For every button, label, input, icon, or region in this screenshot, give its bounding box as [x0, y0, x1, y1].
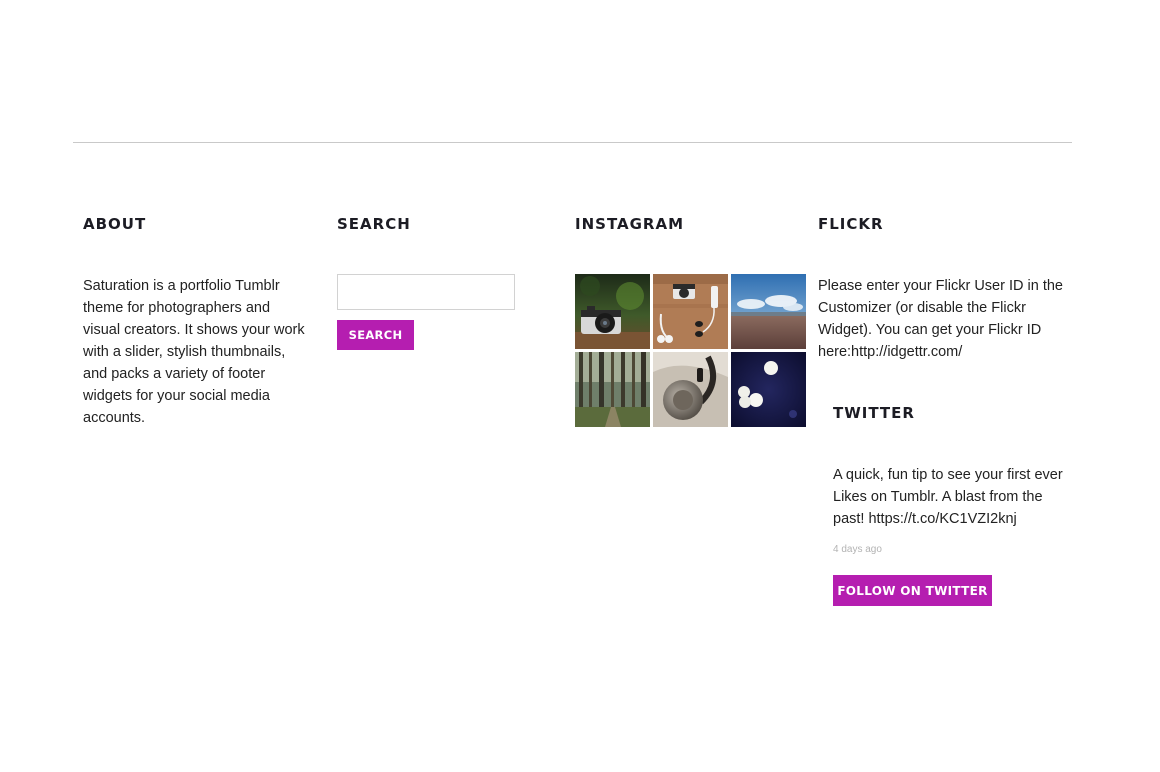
instagram-widget: INSTAGRAM: [575, 215, 807, 427]
tweet-text: A quick, fun tip to see your first ever …: [833, 467, 1063, 527]
camera-on-table-photo[interactable]: [575, 274, 650, 349]
search-widget: SEARCH SEARCH: [337, 215, 537, 350]
flickr-text: Please enter your Flickr User ID in the …: [818, 278, 1063, 360]
blue-bokeh-lights-photo[interactable]: [731, 352, 806, 427]
camera-headphones-desk-photo[interactable]: [653, 274, 728, 349]
search-input[interactable]: [337, 274, 515, 310]
search-button[interactable]: SEARCH: [337, 320, 414, 350]
about-text: Saturation is a portfolio Tumblr theme f…: [83, 278, 305, 426]
twitter-heading: TWITTER: [833, 404, 915, 422]
instagram-grid: [575, 274, 806, 427]
about-widget: ABOUT Saturation is a portfolio Tumblr t…: [83, 215, 308, 429]
forest-trees-photo[interactable]: [575, 352, 650, 427]
flickr-heading: FLICKR: [818, 215, 884, 233]
headphones-closeup-photo[interactable]: [653, 352, 728, 427]
footer-divider: [73, 142, 1072, 143]
about-heading: ABOUT: [83, 215, 147, 233]
search-heading: SEARCH: [337, 215, 411, 233]
twitter-widget: TWITTER A quick, fun tip to see your fir…: [833, 404, 1073, 606]
flickr-widget: FLICKR Please enter your Flickr User ID …: [818, 215, 1068, 363]
beach-sky-photo[interactable]: [731, 274, 806, 349]
tweet-timestamp: 4 days ago: [833, 544, 882, 555]
instagram-heading: INSTAGRAM: [575, 215, 685, 233]
follow-on-twitter-button[interactable]: FOLLOW ON TWITTER: [833, 575, 992, 606]
